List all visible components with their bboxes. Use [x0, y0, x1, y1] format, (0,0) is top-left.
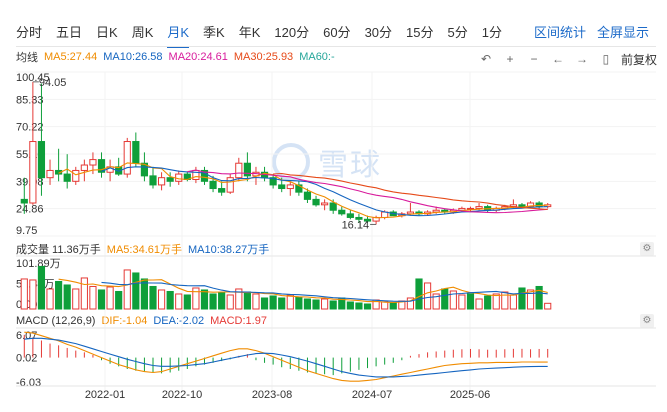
volume-bar [149, 285, 157, 310]
price-axis-tick: 85.33 [16, 94, 44, 106]
candle-body [329, 202, 337, 211]
volume-bar [97, 289, 106, 310]
volume-bar [363, 303, 372, 310]
candle-body [312, 198, 320, 206]
price-axis-tick: 9.75 [16, 225, 37, 237]
volume-bar [252, 293, 260, 310]
x-axis-tick: 2023-08 [252, 389, 292, 401]
volume-bar [389, 302, 397, 310]
volume-bar [466, 293, 475, 310]
candle-body [278, 184, 286, 190]
volume-bar [355, 302, 363, 310]
volume-bar [132, 272, 140, 310]
volume-bar [458, 294, 466, 310]
volume-bar [441, 288, 449, 310]
volume-bar [226, 294, 234, 310]
volume-bar [475, 298, 483, 310]
low-annotation: 16.14 [342, 219, 370, 231]
volume-bar [200, 289, 209, 310]
candle-body [321, 202, 329, 206]
volume-bar [29, 279, 37, 310]
volume-bar [72, 288, 80, 310]
volume-bar [381, 301, 389, 310]
macd-axis-tick: 0.02 [16, 353, 37, 365]
candle-body [218, 188, 226, 193]
volume-bar [423, 282, 432, 310]
ma5-line [58, 162, 548, 219]
volume-bar [243, 291, 251, 310]
volume-bar [55, 280, 63, 310]
volume-bar [346, 301, 354, 310]
price-axis-tick: 24.86 [16, 204, 44, 216]
volume-bar [492, 293, 500, 310]
volume-bar [509, 294, 517, 310]
candle-body [89, 159, 97, 166]
volume-bar [115, 290, 123, 310]
volume-bar [303, 298, 312, 310]
volume-bar [123, 269, 131, 310]
volume-ma5-line [58, 278, 548, 303]
volume-bar [260, 297, 269, 310]
volume-bar [218, 292, 226, 310]
candle-body [235, 162, 243, 179]
volume-bar [157, 289, 166, 310]
candle-body [63, 173, 71, 182]
kline-chart[interactable]: 100.4585.3370.2255.1039.9824.869.7594.05… [0, 0, 667, 412]
candle-body [80, 164, 88, 171]
dif-line [24, 331, 548, 382]
volume-bar [415, 278, 423, 310]
candle-body [243, 162, 251, 177]
candle-body [518, 204, 526, 208]
macd-axis-tick: 6.07 [16, 330, 37, 342]
candle-body [29, 141, 37, 204]
x-axis-tick: 2024-07 [352, 389, 392, 401]
volume-bar [209, 293, 217, 310]
volume-bar [312, 299, 320, 310]
volume-bar [80, 277, 88, 310]
x-axis-tick: 2025-06 [450, 389, 490, 401]
x-axis-tick: 2022-10 [162, 389, 202, 401]
x-axis-tick: 2022-01 [85, 389, 125, 401]
volume-bar [89, 285, 97, 310]
candle-body [46, 169, 54, 179]
candle-body [123, 141, 131, 175]
candle-body [166, 177, 174, 182]
candle-body [132, 141, 140, 164]
volume-bar [269, 295, 277, 310]
volume-bar [484, 295, 492, 310]
candle-body [346, 213, 354, 218]
candle-body [37, 141, 46, 179]
candle-body [286, 184, 294, 190]
macd-axis-tick: -6.03 [16, 377, 41, 389]
candle-body [157, 177, 166, 186]
volume-bar [183, 294, 191, 310]
volume-bar [63, 284, 71, 310]
volume-bar [166, 290, 174, 310]
candle-body [303, 191, 312, 200]
volume-bar [544, 302, 552, 310]
candle-body [20, 198, 28, 204]
price-axis-tick: 70.22 [16, 122, 44, 134]
volume-bar [106, 286, 114, 310]
high-annotation: 94.05 [39, 77, 67, 89]
candle-body [149, 175, 157, 186]
volume-bar [278, 297, 286, 310]
volume-bar [329, 300, 337, 310]
candle-body [338, 209, 346, 215]
volume-bar [321, 298, 329, 310]
candle-body [209, 180, 217, 190]
candle-body [72, 169, 80, 182]
volume-bar [286, 294, 294, 310]
volume-bar [37, 265, 46, 310]
volume-bar [46, 288, 54, 310]
volume-bar [295, 296, 303, 310]
volume-bar [518, 287, 526, 310]
volume-bar [175, 293, 183, 310]
candle-body [475, 206, 483, 209]
volume-bar [20, 278, 28, 310]
